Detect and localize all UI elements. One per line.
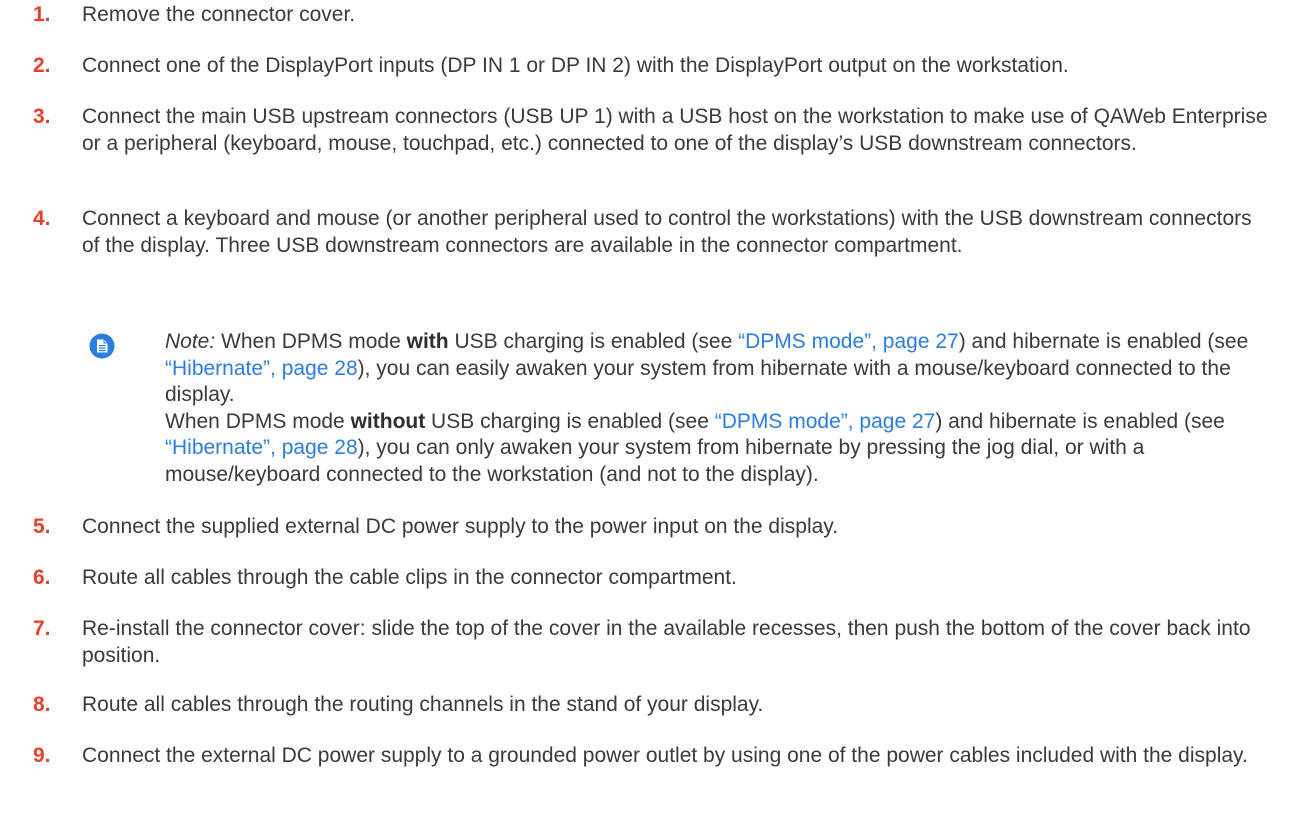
note-icon [89, 333, 115, 359]
step-text: Route all cables through the routing cha… [82, 693, 764, 716]
step-6: 6. Route all cables through the cable cl… [33, 565, 1273, 592]
step-number: 5. [33, 515, 51, 538]
step-number: 4. [33, 207, 51, 230]
step-text: Connect the external DC power supply to … [82, 744, 1248, 767]
step-text: Connect the main USB upstream connectors… [82, 105, 1268, 155]
step-number: 2. [33, 54, 51, 77]
step-5: 5. Connect the supplied external DC powe… [33, 514, 1273, 541]
step-number: 1. [33, 3, 51, 26]
emphasis-without: without [350, 409, 426, 433]
step-text: Route all cables through the cable clips… [82, 566, 737, 589]
step-number: 3. [33, 105, 51, 128]
step-number: 8. [33, 693, 51, 716]
step-9: 9. Connect the external DC power supply … [33, 743, 1273, 770]
link-dpms-mode[interactable]: “DPMS mode”, page 27 [715, 410, 936, 433]
step-8: 8. Route all cables through the routing … [33, 692, 1273, 719]
step-3: 3. Connect the main USB upstream connect… [33, 104, 1273, 157]
step-text: Connect one of the DisplayPort inputs (D… [82, 54, 1069, 77]
link-hibernate[interactable]: “Hibernate”, page 28 [165, 357, 358, 380]
note-block: Note: When DPMS mode with USB charging i… [165, 329, 1275, 488]
step-text: Remove the connector cover. [82, 3, 356, 26]
step-text: Connect the supplied external DC power s… [82, 515, 839, 538]
step-1: 1. Remove the connector cover. [33, 2, 1273, 29]
step-7: 7. Re-install the connector cover: slide… [33, 616, 1273, 669]
step-2: 2. Connect one of the DisplayPort inputs… [33, 53, 1273, 80]
step-text: Re-install the connector cover: slide th… [82, 617, 1251, 667]
note-paragraph-1: Note: When DPMS mode with USB charging i… [165, 330, 1249, 406]
link-dpms-mode[interactable]: “DPMS mode”, page 27 [738, 330, 959, 353]
step-text: Connect a keyboard and mouse (or another… [82, 207, 1252, 257]
step-number: 6. [33, 566, 51, 589]
link-hibernate[interactable]: “Hibernate”, page 28 [165, 436, 358, 459]
note-label: Note: [165, 330, 216, 353]
step-number: 9. [33, 744, 51, 767]
step-4: 4. Connect a keyboard and mouse (or anot… [33, 206, 1273, 259]
step-number: 7. [33, 617, 51, 640]
instruction-page: 1. Remove the connector cover. 2. Connec… [0, 0, 1301, 814]
note-paragraph-2: When DPMS mode without USB charging is e… [165, 409, 1225, 486]
emphasis-with: with [406, 330, 449, 353]
